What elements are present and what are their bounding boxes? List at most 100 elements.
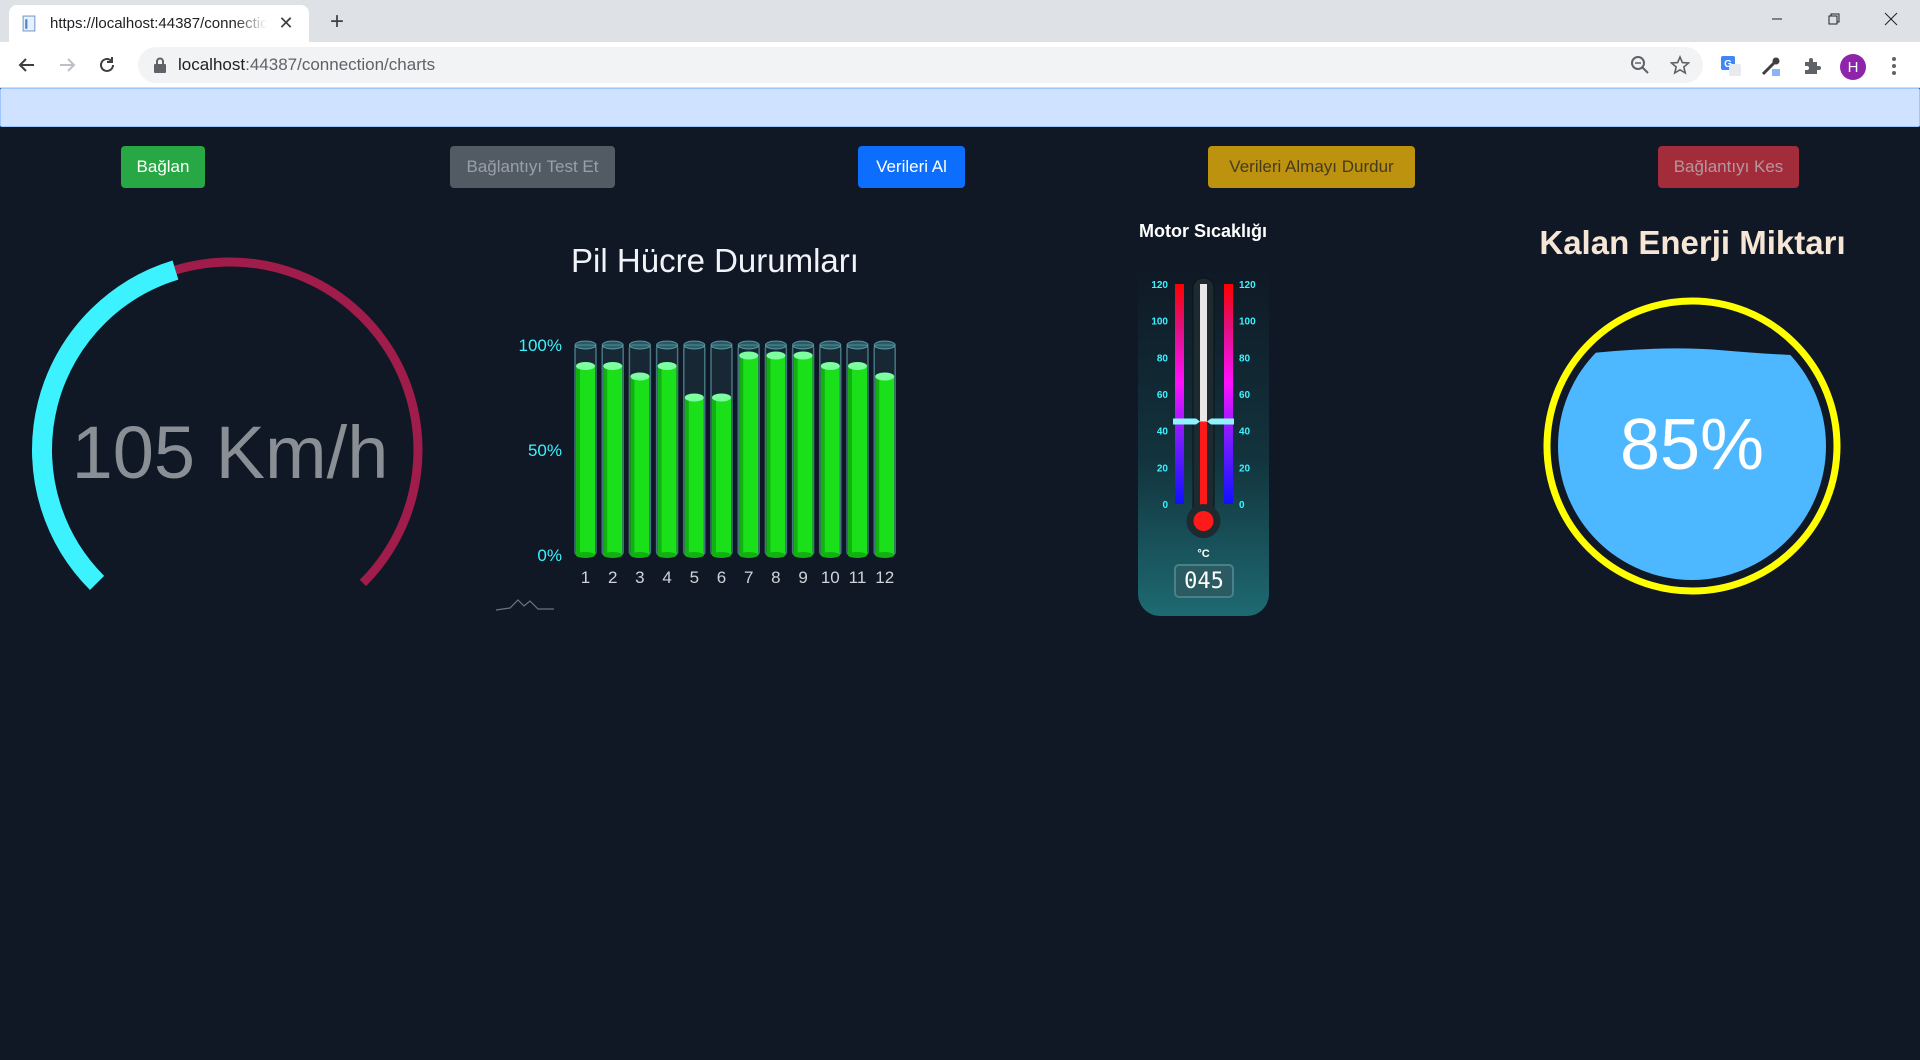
thermo-pointer-right — [1207, 418, 1234, 425]
x-tick-label: 5 — [690, 568, 699, 587]
cell-bar-base — [875, 552, 895, 558]
thermo-scale-left-label: 40 — [1157, 427, 1169, 438]
cell-bar-shade — [875, 376, 880, 555]
cell-tube-cap — [819, 340, 842, 350]
stop-data-button[interactable]: Verileri Almayı Durdur — [1208, 146, 1415, 188]
page-favicon-icon — [22, 15, 36, 32]
thermo-scale-left-label: 100 — [1151, 317, 1168, 328]
cell-bar-top — [603, 362, 623, 370]
cell-bar-top — [875, 372, 895, 381]
cell-tube-cap — [764, 340, 787, 350]
cell-bar-base — [820, 552, 840, 558]
cell-tube-cap — [873, 340, 896, 350]
thermo-bulb — [1193, 511, 1214, 531]
browser-toolbar: localhost:44387/connection/charts G H — [0, 42, 1920, 88]
x-tick-label: 11 — [849, 568, 867, 587]
new-tab-button[interactable]: + — [323, 8, 351, 36]
energy-liquid-gauge: 85% — [1543, 297, 1841, 595]
cell-bar-shade — [739, 355, 744, 555]
cell-bar-base — [630, 552, 650, 558]
thermo-scale-left-label: 0 — [1162, 500, 1168, 511]
tab-close-icon[interactable]: ✕ — [275, 13, 297, 35]
test-connection-button[interactable]: Bağlantıyı Test Et — [450, 146, 615, 188]
cell-tube-cap — [737, 340, 760, 350]
cell-bar-shade — [820, 366, 825, 555]
translate-extension-icon[interactable]: G — [1718, 53, 1744, 79]
lock-icon — [154, 57, 166, 73]
thermo-mercury — [1200, 421, 1207, 514]
thermo-scale-right-label: 0 — [1239, 500, 1245, 511]
eyedropper-extension-icon[interactable] — [1758, 53, 1784, 79]
thermo-scale-left-label: 120 — [1151, 280, 1168, 291]
cell-bar-base — [793, 552, 813, 558]
y-tick-label: 0% — [537, 546, 562, 565]
cell-bar-base — [712, 552, 731, 558]
motor-temp-title: Motor Sıcaklığı — [1138, 221, 1268, 241]
cell-bar-base — [657, 552, 677, 558]
browser-menu-icon[interactable] — [1881, 53, 1907, 79]
cell-bar-base — [848, 552, 867, 558]
cell-bar-top — [766, 351, 786, 360]
cell-bar-base — [739, 552, 759, 558]
x-tick-label: 8 — [771, 568, 780, 587]
cell-bar-base — [576, 552, 595, 558]
reload-icon[interactable] — [92, 50, 122, 80]
address-bar[interactable]: localhost:44387/connection/charts — [138, 47, 1703, 83]
thermo-scale-right-label: 80 — [1239, 353, 1251, 364]
speedometer-gauge: 105 Km/h — [20, 250, 423, 600]
thermo-scale-right-label: 100 — [1239, 317, 1256, 328]
cell-tube-cap — [601, 340, 624, 350]
cell-bar-shade — [766, 355, 771, 555]
browser-tab[interactable]: https://localhost:44387/connection/chart… — [9, 5, 309, 42]
back-icon[interactable] — [12, 50, 42, 80]
cell-bar-base — [684, 552, 704, 558]
thermo-scale-bar — [1175, 284, 1184, 504]
thermo-scale-left-label: 60 — [1157, 390, 1169, 401]
x-tick-label: 9 — [798, 568, 807, 587]
tab-title: https://localhost:44387/connection/chart… — [50, 15, 267, 32]
forward-icon[interactable] — [52, 50, 82, 80]
thermo-scale-bar — [1224, 284, 1233, 504]
cell-bar-top — [820, 362, 840, 370]
cell-bar-top — [576, 362, 595, 370]
x-tick-label: 12 — [875, 568, 894, 587]
battery-chart-title: Pil Hücre Durumları — [571, 242, 859, 279]
close-window-icon[interactable] — [1868, 0, 1914, 38]
cell-bar-top — [712, 393, 731, 402]
cell-bar-shade — [603, 366, 608, 555]
cell-bar-top — [848, 362, 867, 370]
x-tick-label: 4 — [662, 568, 671, 587]
speed-value: 105 Km/h — [71, 411, 389, 494]
chart-logo-icon — [495, 599, 554, 611]
cell-tube-cap — [710, 340, 733, 350]
bookmark-star-icon[interactable] — [1668, 53, 1692, 77]
profile-avatar[interactable]: H — [1840, 54, 1866, 80]
cell-tube-cap — [683, 340, 706, 350]
temp-display: 045 — [1174, 564, 1234, 598]
connect-button[interactable]: Bağlan — [121, 146, 205, 188]
restore-icon[interactable] — [1811, 0, 1857, 38]
cell-tube-cap — [792, 340, 815, 350]
zoom-icon[interactable] — [1628, 53, 1652, 77]
get-data-button[interactable]: Verileri Al — [858, 146, 965, 188]
x-tick-label: 1 — [581, 568, 590, 587]
cell-bar-shade — [848, 366, 852, 555]
cell-bar-top — [630, 372, 650, 381]
x-tick-label: 7 — [744, 568, 753, 587]
info-alert-bar — [0, 88, 1920, 127]
cell-bar-top — [739, 351, 759, 360]
cell-bar-shade — [630, 376, 635, 555]
cell-bar-base — [603, 552, 623, 558]
cell-tube-cap — [628, 340, 651, 350]
y-tick-label: 50% — [528, 441, 562, 460]
thermometer-gauge: 0 0 20 20 40 40 60 60 80 80 100 100 120 120 °C 045 — [1138, 264, 1269, 616]
cell-bar-base — [766, 552, 786, 558]
x-tick-label: 3 — [635, 568, 644, 587]
disconnect-button[interactable]: Bağlantıyı Kes — [1658, 146, 1799, 188]
browser-tab-strip: https://localhost:44387/connection/chart… — [0, 0, 1920, 42]
extensions-puzzle-icon[interactable] — [1799, 53, 1825, 79]
minimize-icon[interactable] — [1754, 0, 1800, 38]
thermo-scale-right-label: 40 — [1239, 427, 1251, 438]
cell-bar-shade — [793, 355, 798, 555]
cell-tube-cap — [574, 340, 597, 350]
